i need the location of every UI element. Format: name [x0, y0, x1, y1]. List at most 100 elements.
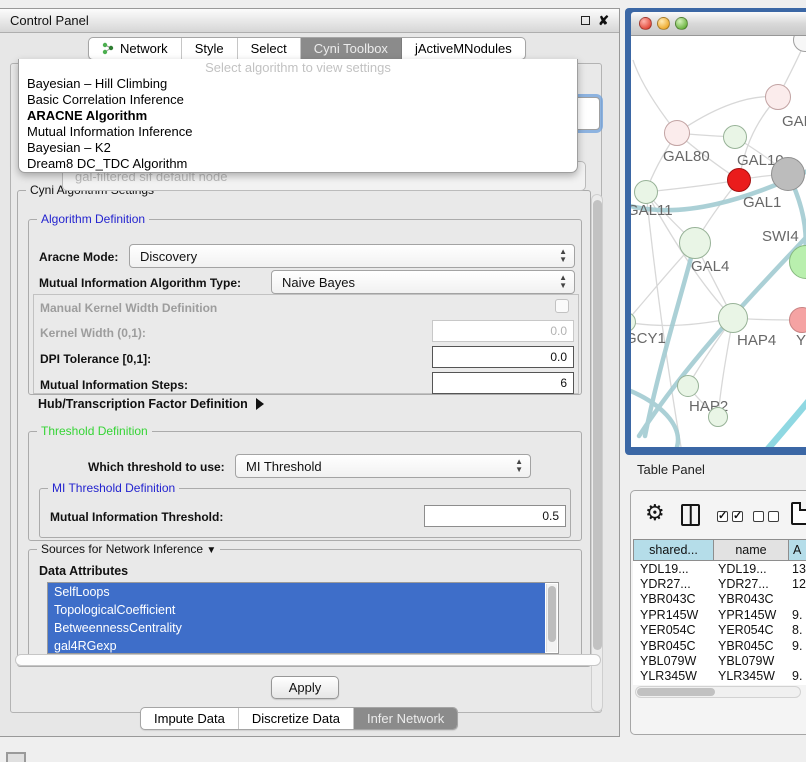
- screen: Control Panel ✘ Network Style Select Cyn…: [0, 0, 806, 762]
- attribute-list-item[interactable]: TopologicalCoefficient: [48, 601, 545, 619]
- table-row[interactable]: YDL19...YDL19...13: [633, 561, 806, 576]
- apply-button[interactable]: Apply: [271, 676, 339, 699]
- attribute-list-item[interactable]: gal4RGexp: [48, 637, 545, 654]
- mi-steps-field[interactable]: 6: [432, 372, 574, 394]
- tab-style[interactable]: Style: [182, 38, 238, 59]
- table-row[interactable]: YPR145WYPR145W9.: [633, 607, 806, 622]
- network-node[interactable]: [634, 180, 658, 204]
- settings-horizontal-scrollbar[interactable]: [15, 654, 601, 666]
- table-row[interactable]: YBL079WYBL079W: [633, 653, 806, 668]
- attribute-list-item[interactable]: BetweennessCentrality: [48, 619, 545, 637]
- node-label: Y: [796, 332, 806, 349]
- network-node[interactable]: [723, 125, 747, 149]
- algorithm-definition-title: Algorithm Definition: [37, 212, 149, 226]
- sources-group-title[interactable]: Sources for Network Inference ▼: [37, 542, 220, 556]
- table-row[interactable]: YDR27...YDR27...12: [633, 576, 806, 591]
- tab-network[interactable]: Network: [89, 38, 182, 59]
- algorithm-option[interactable]: Bayesian – Hill Climbing: [19, 76, 577, 92]
- gear-icon[interactable]: ⚙: [645, 502, 665, 524]
- column-header-name[interactable]: name: [713, 539, 788, 561]
- tab-cyni-toolbox[interactable]: Cyni Toolbox: [301, 38, 402, 59]
- cyni-algorithm-settings-group: Cyni Algorithm Settings Algorithm Defini…: [17, 190, 591, 667]
- network-window-titlebar[interactable]: [631, 12, 806, 36]
- table-cell: 8.: [788, 623, 806, 637]
- algorithm-option[interactable]: Basic Correlation Inference: [19, 92, 577, 108]
- algorithm-dropdown-list[interactable]: Select algorithm to view settings Bayesi…: [18, 59, 578, 173]
- zoom-traffic-light-icon[interactable]: [675, 17, 688, 30]
- minimize-traffic-light-icon[interactable]: [657, 17, 670, 30]
- algorithm-option[interactable]: Bayesian – K2: [19, 140, 577, 156]
- network-node[interactable]: [727, 168, 751, 192]
- network-node[interactable]: [765, 84, 791, 110]
- float-window-icon[interactable]: [581, 16, 590, 25]
- hub-definition-expander[interactable]: Hub/Transcription Factor Definition: [38, 397, 264, 411]
- table-cell: YER054C: [633, 623, 713, 637]
- dpi-tolerance-field[interactable]: 0.0: [432, 346, 574, 368]
- network-node[interactable]: [679, 227, 711, 259]
- column-header-partial[interactable]: A: [788, 539, 806, 561]
- table-cell: YDR27...: [633, 577, 713, 591]
- table-cell: YPR145W: [633, 608, 713, 622]
- cyni-bottom-tabs: Impute Data Discretize Data Infer Networ…: [140, 707, 458, 730]
- mi-threshold-field[interactable]: 0.5: [424, 505, 566, 527]
- table-cell: YBR045C: [713, 639, 788, 653]
- network-node[interactable]: [677, 375, 699, 397]
- threshold-definition-title: Threshold Definition: [37, 424, 152, 438]
- aracne-mode-combobox[interactable]: Discovery ▲▼: [129, 244, 575, 268]
- table-cell: YBR043C: [633, 592, 713, 606]
- table-cell: YDL19...: [633, 562, 713, 576]
- tab-jactivemnodules[interactable]: jActiveMNodules: [402, 38, 525, 59]
- mi-threshold-label: Mutual Information Threshold:: [50, 510, 223, 524]
- mi-threshold-group-title: MI Threshold Definition: [48, 481, 179, 495]
- stepper-arrows-icon: ▲▼: [559, 274, 567, 290]
- column-header-shared-name[interactable]: shared...: [633, 539, 713, 561]
- table-cell: YLR345W: [633, 669, 713, 683]
- mi-steps-label: Mutual Information Steps:: [40, 378, 188, 392]
- network-canvas[interactable]: GALGAL80GAL10GAL1GAL11SWI4GAL4GCY1HAP4YH…: [631, 36, 806, 447]
- kernel-width-field[interactable]: 0.0: [432, 320, 574, 342]
- table-cell: 9.: [788, 669, 806, 683]
- table-rows[interactable]: YDL19...YDL19...13YDR27...YDR27...12YBR0…: [633, 561, 806, 685]
- table-cell: YBL079W: [713, 654, 788, 668]
- settings-vertical-scrollbar[interactable]: [591, 194, 603, 712]
- tab-impute-data[interactable]: Impute Data: [141, 708, 239, 729]
- which-threshold-combobox[interactable]: MI Threshold ▲▼: [235, 454, 531, 478]
- algorithm-option[interactable]: Dream8 DC_TDC Algorithm: [19, 156, 577, 172]
- new-table-icon[interactable]: [791, 502, 806, 525]
- table-header-row: shared... name A: [633, 539, 806, 561]
- algorithm-option[interactable]: Mutual Information Inference: [19, 124, 577, 140]
- table-row[interactable]: YER054CYER054C8.: [633, 623, 806, 638]
- table-row[interactable]: YBR045CYBR045C9.: [633, 638, 806, 653]
- data-attributes-label: Data Attributes: [39, 564, 128, 578]
- attribute-list-item[interactable]: SelfLoops: [48, 583, 545, 601]
- table-cell: YPR145W: [713, 608, 788, 622]
- control-panel-titlebar[interactable]: Control Panel ✘: [0, 9, 619, 33]
- control-panel-window: Control Panel ✘ Network Style Select Cyn…: [0, 8, 620, 737]
- deselect-all-columns-icon[interactable]: [753, 511, 779, 522]
- select-all-columns-icon[interactable]: [717, 511, 743, 522]
- table-row[interactable]: YLR345WYLR345W9.: [633, 669, 806, 684]
- network-node[interactable]: [771, 157, 805, 191]
- tab-select[interactable]: Select: [238, 38, 301, 59]
- columns-icon[interactable]: [681, 504, 700, 526]
- table-panel-window: ⚙ shared... name A YDL19...YDL19...13YDR…: [630, 490, 806, 735]
- node-label: SWI4: [762, 228, 799, 245]
- table-row[interactable]: YIL052CYIL052C9.: [633, 684, 806, 685]
- data-attributes-list[interactable]: SelfLoopsTopologicalCoefficientBetweenne…: [47, 582, 559, 654]
- stepper-arrows-icon: ▲▼: [559, 248, 567, 264]
- network-node[interactable]: [664, 120, 690, 146]
- tab-infer-network[interactable]: Infer Network: [354, 708, 457, 729]
- table-row[interactable]: YBR043CYBR043C: [633, 592, 806, 607]
- control-panel-title: Control Panel: [10, 13, 89, 28]
- network-node[interactable]: [708, 407, 728, 427]
- close-icon[interactable]: ✘: [598, 14, 609, 27]
- mi-type-combobox[interactable]: Naive Bayes ▲▼: [271, 270, 575, 294]
- network-node[interactable]: [718, 303, 748, 333]
- manual-kernel-checkbox[interactable]: [555, 299, 569, 313]
- tab-discretize-data[interactable]: Discretize Data: [239, 708, 354, 729]
- corner-widget[interactable]: [6, 752, 26, 762]
- table-horizontal-scrollbar[interactable]: [635, 686, 801, 698]
- close-traffic-light-icon[interactable]: [639, 17, 652, 30]
- list-vertical-scrollbar[interactable]: [546, 584, 557, 652]
- algorithm-option[interactable]: ARACNE Algorithm: [19, 108, 577, 124]
